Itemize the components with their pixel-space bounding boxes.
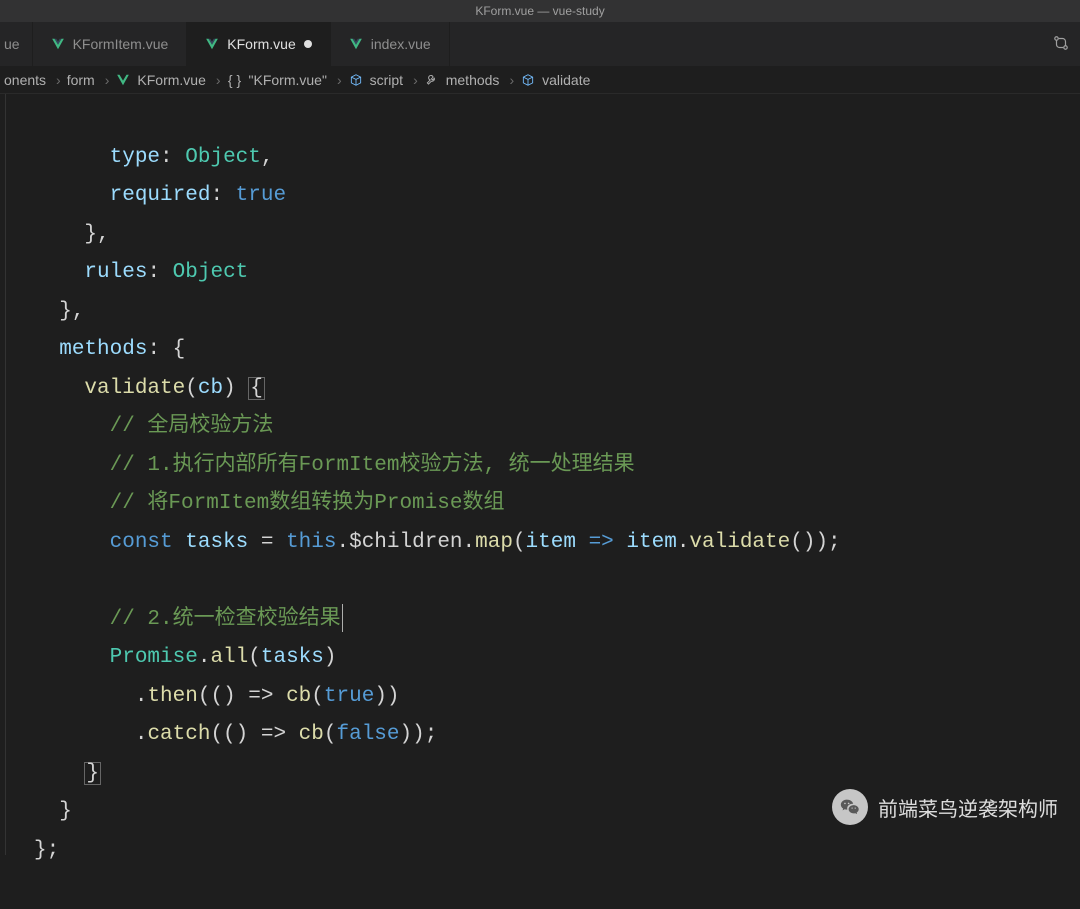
watermark-text: 前端菜鸟逆袭架构师 <box>878 793 1058 822</box>
code-content[interactable]: type: Object, required: true }, rules: O… <box>6 94 1080 855</box>
cube-icon <box>520 72 536 88</box>
breadcrumb-bar: onents› form› KForm.vue› { } "KForm.vue"… <box>0 66 1080 94</box>
watermark: 前端菜鸟逆袭架构师 <box>832 789 1058 825</box>
breadcrumb-item[interactable]: { } "KForm.vue"› <box>227 72 346 88</box>
breadcrumb-item[interactable]: form› <box>67 72 114 88</box>
window-titlebar: KForm.vue — vue-study <box>0 0 1080 22</box>
wrench-icon <box>424 72 440 88</box>
wechat-icon <box>832 789 868 825</box>
vue-icon <box>51 37 65 51</box>
dirty-indicator-icon <box>304 40 312 48</box>
chevron-right-icon: › <box>101 72 114 88</box>
tab-label: KFormItem.vue <box>73 36 169 52</box>
chevron-right-icon: › <box>333 72 346 88</box>
chevron-right-icon: › <box>52 72 65 88</box>
vue-icon <box>205 37 219 51</box>
editor-area[interactable]: type: Object, required: true }, rules: O… <box>0 94 1080 855</box>
breadcrumb-item[interactable]: KForm.vue› <box>115 72 224 88</box>
tab-index[interactable]: index.vue <box>331 22 450 66</box>
tab-bar: ue KFormItem.vue KForm.vue index.vue <box>0 22 1080 66</box>
chevron-right-icon: › <box>505 72 518 88</box>
bracket-highlight: } <box>84 762 101 785</box>
tab-actions <box>1052 22 1080 66</box>
breadcrumb-item[interactable]: onents› <box>4 72 65 88</box>
tab-kformitem[interactable]: KFormItem.vue <box>33 22 188 66</box>
breadcrumb-item[interactable]: script› <box>348 72 422 88</box>
tab-label: ue <box>4 36 20 52</box>
braces-icon: { } <box>227 72 243 88</box>
tab-label: index.vue <box>371 36 431 52</box>
text-cursor <box>342 604 343 632</box>
breadcrumb-item[interactable]: validate <box>520 72 590 88</box>
vue-icon <box>115 72 131 88</box>
vue-icon <box>349 37 363 51</box>
chevron-right-icon: › <box>212 72 225 88</box>
compare-changes-icon[interactable] <box>1052 34 1070 55</box>
breadcrumb-item[interactable]: methods› <box>424 72 518 88</box>
bracket-highlight: { <box>248 377 265 400</box>
window-title: KForm.vue — vue-study <box>475 4 604 18</box>
cube-icon <box>348 72 364 88</box>
tab-kform-active[interactable]: KForm.vue <box>187 22 330 66</box>
tab-partial[interactable]: ue <box>0 22 33 66</box>
tab-label: KForm.vue <box>227 36 295 52</box>
chevron-right-icon: › <box>409 72 422 88</box>
